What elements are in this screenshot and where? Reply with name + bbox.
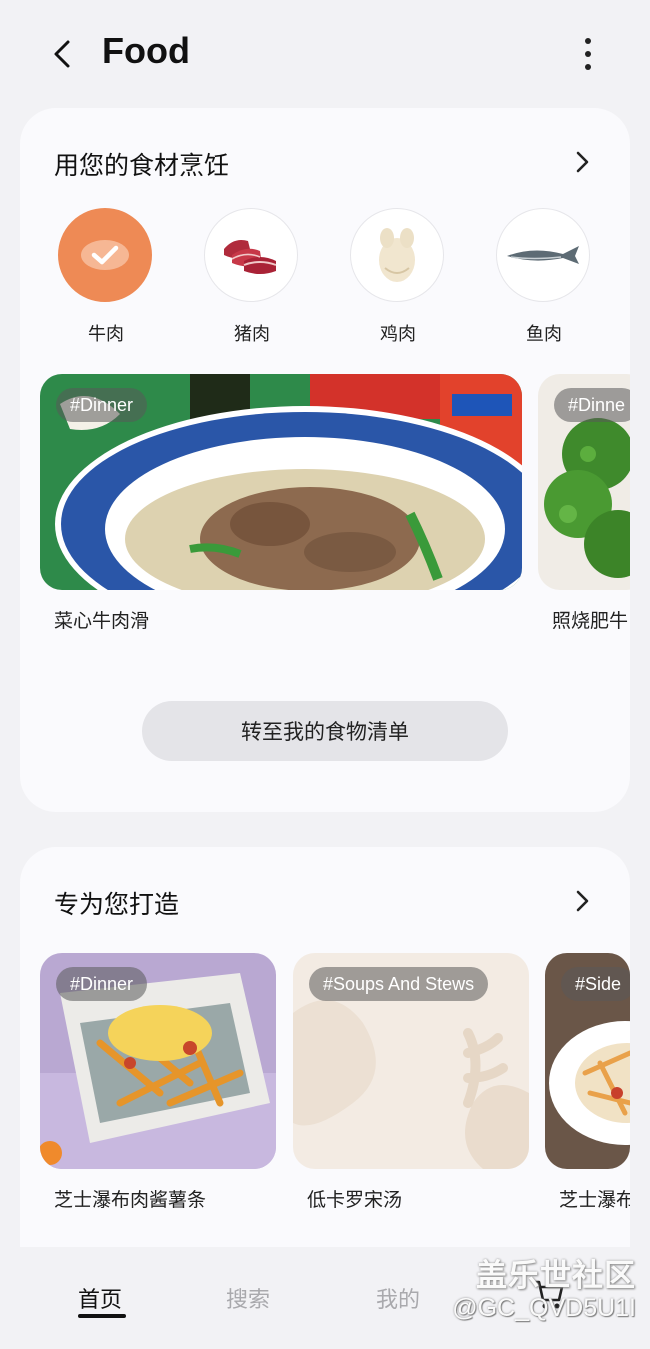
- fish-icon: [507, 246, 579, 264]
- nav-search[interactable]: 搜索: [226, 1282, 270, 1314]
- chevron-right-icon[interactable]: [570, 150, 594, 174]
- recipe-card-image[interactable]: #Dinne: [538, 374, 630, 590]
- ingredient-label: 鸡肉: [380, 324, 416, 345]
- recipe-tag: #Dinner: [56, 388, 148, 422]
- ingredient-label: 牛肉: [88, 324, 124, 345]
- bottom-navigation: 首页 搜索 我的 盖乐世社区 @GC_QVD5U1I: [0, 1248, 650, 1349]
- ingredient-label: 猪肉: [234, 324, 270, 345]
- check-icon: [81, 240, 129, 270]
- go-to-food-list-button[interactable]: 转至我的食物清单: [142, 701, 508, 761]
- back-arrow-icon: [54, 40, 70, 68]
- chevron-right-icon[interactable]: [570, 889, 594, 913]
- made-for-you-card: 专为您打造 #Dinner 芝士瀑布肉酱薯条 #Soups And Stews …: [20, 847, 630, 1247]
- more-options-button[interactable]: [572, 34, 604, 74]
- recipe-name: 照烧肥牛: [552, 610, 629, 632]
- pork-meat-icon: [224, 240, 277, 274]
- ingredient-fish[interactable]: 鱼肉: [496, 208, 592, 346]
- recipe-card-image[interactable]: #Side: [545, 953, 630, 1169]
- ingredient-pork[interactable]: 猪肉: [204, 208, 300, 346]
- nav-mine[interactable]: 我的: [376, 1282, 420, 1314]
- recipe-card-image[interactable]: #Dinner: [40, 953, 276, 1169]
- ingredient-circle: [496, 208, 590, 302]
- ingredient-circle: [204, 208, 298, 302]
- more-vertical-icon: [585, 38, 591, 44]
- recipe-name: 菜心牛肉滑: [54, 610, 150, 632]
- recipe-name: 低卡罗宋汤: [307, 1189, 403, 1211]
- back-button[interactable]: [44, 34, 80, 74]
- top-bar: Food: [0, 0, 650, 108]
- recipe-card-image[interactable]: #Soups And Stews: [293, 953, 529, 1169]
- ingredient-circle: [350, 208, 444, 302]
- active-indicator: [78, 1314, 126, 1318]
- section-title: 用您的食材烹饪: [54, 151, 230, 180]
- section-title: 专为您打造: [54, 890, 180, 919]
- recipe-tag: #Dinner: [56, 967, 148, 1001]
- recipe-name: 芝士瀑布: [559, 1189, 630, 1211]
- ingredient-circle: [58, 208, 152, 302]
- ingredient-label: 鱼肉: [526, 324, 562, 345]
- recipe-name: 芝士瀑布肉酱薯条: [54, 1189, 207, 1211]
- ingredient-beef[interactable]: 牛肉: [58, 208, 154, 346]
- recipe-tag: #Dinne: [554, 388, 630, 422]
- page-title: Food: [102, 30, 190, 71]
- recipe-tag: #Soups And Stews: [309, 967, 489, 1001]
- recipe-card-image[interactable]: #Dinner: [40, 374, 522, 590]
- nav-home[interactable]: 首页: [78, 1282, 122, 1314]
- shopping-cart-icon[interactable]: [530, 1276, 566, 1312]
- cook-with-ingredients-card: 用您的食材烹饪 牛肉 猪肉 鸡肉 鱼肉 #Dinner 菜心牛肉滑 #Dinne…: [20, 108, 630, 812]
- ingredient-chicken[interactable]: 鸡肉: [350, 208, 446, 346]
- whole-chicken-icon: [379, 228, 415, 282]
- recipe-tag: #Side: [561, 967, 630, 1001]
